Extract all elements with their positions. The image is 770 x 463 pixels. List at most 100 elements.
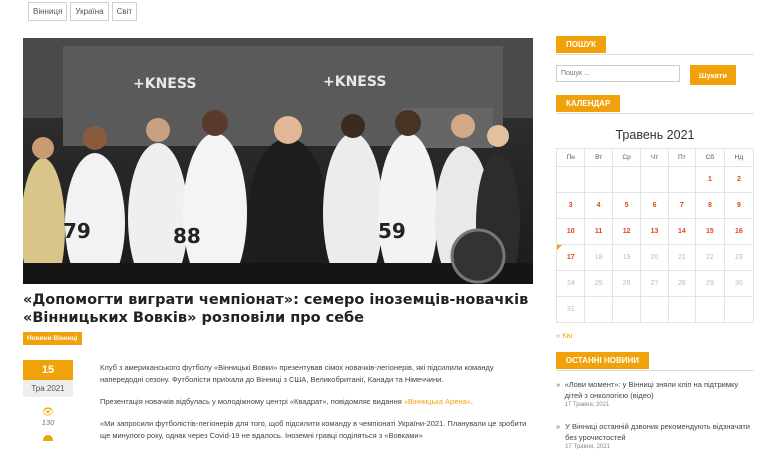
calendar-day[interactable]: 17	[555, 244, 586, 271]
paragraph-1: Клуб з американського футболу «Вінницькі…	[100, 363, 494, 384]
calendar-week: 24 25 26 27 28 29 30	[555, 270, 755, 297]
calendar-day: 20	[640, 244, 669, 271]
calendar-day	[667, 296, 696, 323]
calendar-day[interactable]: 5	[611, 192, 642, 219]
calendar-day[interactable]: 1	[694, 166, 725, 193]
article-hero-image[interactable]: +KNESS +KNESS 79 88 59	[23, 38, 533, 284]
top-navigation: Вінниця Україна Світ	[28, 2, 138, 21]
calendar-day[interactable]: 9	[723, 192, 755, 219]
nav-world[interactable]: Світ	[111, 2, 138, 21]
calendar-day: 29	[694, 270, 725, 297]
latest-news-list: » «Лови момент»: у Вінниці зняли кліп на…	[556, 379, 754, 451]
calendar-day: 19	[611, 244, 642, 271]
calendar-day	[667, 166, 696, 193]
source-link[interactable]: «Вінницька Арена»	[404, 397, 471, 406]
jersey-59: 59	[378, 219, 406, 243]
calendar-day: 24	[555, 270, 586, 297]
search-widget-title: ПОШУК	[556, 36, 606, 53]
calendar-day[interactable]: 14	[667, 218, 696, 245]
calendar-day[interactable]: 3	[555, 192, 586, 219]
latest-news-title: ОСТАННІ НОВИНИ	[556, 352, 650, 369]
weekday-fri: Пт	[667, 148, 696, 167]
calendar-week: 10 11 12 13 14 15 16	[555, 218, 755, 245]
weekday-tue: Вт	[584, 148, 613, 167]
list-item[interactable]: » «Лови момент»: у Вінниці зняли кліп на…	[556, 379, 754, 409]
category-badge[interactable]: Новини Вінниці	[23, 332, 82, 345]
calendar-widget-header: КАЛЕНДАР	[556, 95, 754, 114]
calendar-day	[694, 296, 725, 323]
paragraph-3: «Ми запросили футболістів-легіонерів для…	[100, 419, 527, 440]
calendar-table: Пн Вт Ср Чт Пт Сб Нд 1 2 3 4 5 6 7 8 9 10 11 12 13 14…	[555, 148, 755, 323]
jersey-79: 79	[63, 219, 91, 243]
paragraph-2-text: Презентація новачків відбулась у молодіж…	[100, 397, 404, 406]
calendar-day[interactable]: 12	[611, 218, 642, 245]
chevron-right-icon: »	[556, 380, 561, 389]
calendar-day	[640, 296, 669, 323]
calendar-day: 31	[555, 296, 586, 323]
search-button[interactable]: Шукати	[690, 65, 736, 85]
weekday-wed: Ср	[611, 148, 642, 167]
calendar-day	[584, 166, 613, 193]
weekday-mon: Пн	[555, 148, 586, 167]
list-item[interactable]: » У Вінниці останній дзвоник рекомендуют…	[556, 421, 754, 451]
calendar-day[interactable]: 15	[694, 218, 725, 245]
article-body: Клуб з американського футболу «Вінницькі…	[100, 362, 530, 452]
calendar-body: 1 2 3 4 5 6 7 8 9 10 11 12 13 14 15 16 17 18 19 20 21 22 23 24 2…	[555, 166, 755, 323]
prev-month-link[interactable]: « Кві	[556, 331, 754, 340]
calendar-day[interactable]: 16	[723, 218, 755, 245]
calendar-day	[584, 296, 613, 323]
weekday-sat: Сб	[694, 148, 725, 167]
calendar-day[interactable]: 11	[584, 218, 613, 245]
news-title[interactable]: «Лови момент»: у Вінниці зняли кліп на п…	[565, 380, 739, 400]
calendar-day[interactable]: 6	[640, 192, 669, 219]
calendar-day[interactable]: 4	[584, 192, 613, 219]
comments-icon	[43, 435, 53, 441]
paragraph-2: Презентація новачків відбулась у молодіж…	[100, 396, 530, 408]
views-count: 130	[41, 418, 55, 427]
article-title[interactable]: «Допомогти виграти чемпіонат»: семеро ін…	[23, 291, 533, 327]
calendar-day[interactable]: 8	[694, 192, 725, 219]
calendar-day[interactable]: 10	[555, 218, 586, 245]
calendar-day: 26	[611, 270, 642, 297]
banner-text: +KNESS	[133, 76, 196, 92]
calendar-day	[555, 166, 586, 193]
calendar-day	[611, 166, 642, 193]
calendar-day	[723, 296, 755, 323]
calendar-day[interactable]: 7	[667, 192, 696, 219]
search-form: Шукати	[556, 65, 754, 85]
calendar-week: 12	[555, 166, 755, 193]
calendar-day: 28	[667, 270, 696, 297]
latest-news-header: ОСТАННІ НОВИНИ	[556, 352, 754, 371]
date-day: 15	[23, 360, 73, 380]
article-date-box: 15 Тра 2021 👁 130	[23, 360, 73, 441]
calendar-widget-title: КАЛЕНДАР	[556, 95, 621, 112]
team-photo: +KNESS +KNESS 79 88 59	[23, 38, 533, 284]
calendar-day: 23	[723, 244, 755, 271]
banner-text-2: +KNESS	[323, 74, 386, 90]
chevron-right-icon: »	[556, 422, 561, 431]
calendar-day: 30	[723, 270, 755, 297]
sidebar: ПОШУК Шукати КАЛЕНДАР Травень 2021 Пн Вт…	[555, 36, 755, 463]
search-input[interactable]	[556, 65, 680, 82]
nav-ukraine[interactable]: Україна	[70, 2, 109, 21]
calendar-day	[640, 166, 669, 193]
calendar-day: 25	[584, 270, 613, 297]
calendar-day[interactable]: 13	[640, 218, 669, 245]
calendar-day[interactable]: 2	[723, 166, 755, 193]
calendar-caption: Травень 2021	[615, 128, 695, 142]
news-date: 17 Травня, 2021	[564, 402, 610, 408]
eye-icon: 👁	[41, 407, 55, 418]
news-title[interactable]: У Вінниці останній дзвоник рекомендують …	[565, 422, 750, 442]
weekday-sun: Нд	[723, 148, 755, 167]
paragraph-2-end: .	[470, 397, 473, 406]
weekday-thu: Чт	[640, 148, 669, 167]
search-widget-header: ПОШУК	[556, 36, 754, 55]
calendar-week: 31	[555, 296, 755, 323]
calendar-day	[611, 296, 642, 323]
jersey-88: 88	[173, 224, 201, 248]
calendar-week: 17 18 19 20 21 22 23	[555, 244, 755, 271]
calendar-week: 3456789	[555, 192, 755, 219]
date-month: Тра 2021	[23, 380, 73, 397]
calendar-day: 21	[667, 244, 696, 271]
nav-vinnytsia[interactable]: Вінниця	[28, 2, 68, 21]
